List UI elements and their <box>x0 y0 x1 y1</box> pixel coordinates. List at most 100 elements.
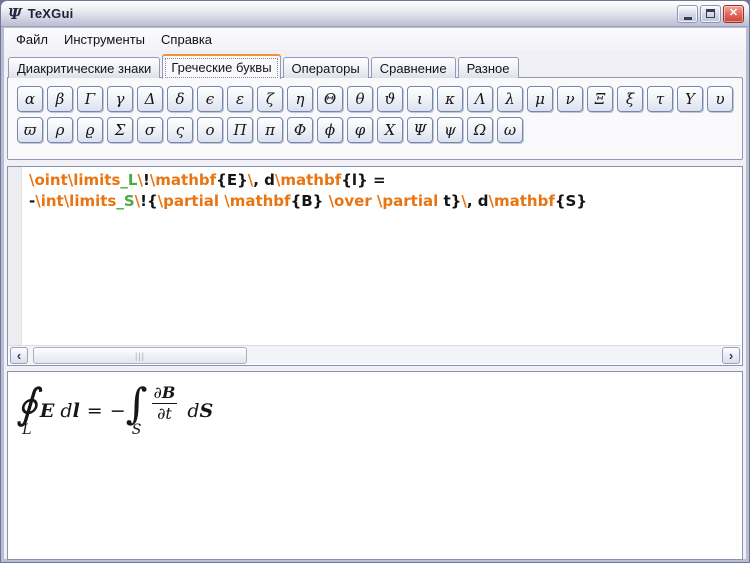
vector-S: S <box>199 399 214 422</box>
greek-letter-button-xi[interactable]: ξ <box>617 86 643 112</box>
window-controls: ✕ <box>677 4 744 23</box>
code-token: t} <box>443 192 462 210</box>
greek-letter-button-Theta[interactable]: Θ <box>317 86 343 112</box>
vector-E: E <box>39 399 55 422</box>
greek-letter-button-kappa[interactable]: κ <box>437 86 463 112</box>
rendered-formula: ∮ L E d l = − ∫ S ∂B ∂t d S <box>8 372 742 438</box>
minimize-button[interactable] <box>677 4 698 23</box>
greek-letter-button-Chi[interactable]: Χ <box>377 117 403 143</box>
differential-d1: d <box>54 399 73 422</box>
code-token: { <box>146 192 158 210</box>
menu-item-file[interactable]: Файл <box>8 30 56 49</box>
close-button[interactable]: ✕ <box>723 4 744 23</box>
tab-label: Греческие буквы <box>171 60 272 75</box>
greek-letter-button-rho[interactable]: ρ <box>47 117 73 143</box>
greek-letter-button-Phi[interactable]: Φ <box>287 117 313 143</box>
maximize-icon <box>706 9 715 18</box>
tab-label: Операторы <box>291 60 360 76</box>
scroll-left-button[interactable]: ‹ <box>10 347 28 364</box>
greek-letter-button-Gamma[interactable]: Γ <box>77 86 103 112</box>
greek-letter-button-varepsilon[interactable]: ε <box>227 86 253 112</box>
code-token: , d <box>466 192 489 210</box>
tab-misc[interactable]: Разное <box>457 57 519 78</box>
greek-letter-button-alpha[interactable]: α <box>17 86 43 112</box>
tab-bar: Диакритические знаки Греческие буквы Опера… <box>8 53 742 79</box>
greek-letter-button-tau[interactable]: τ <box>647 86 673 112</box>
scroll-right-button[interactable]: › <box>722 347 740 364</box>
greek-letter-button-sigma[interactable]: σ <box>137 117 163 143</box>
tab-operators[interactable]: Операторы <box>282 57 369 78</box>
code-token: \mathbf <box>488 192 555 210</box>
greek-letter-button-Sigma[interactable]: Σ <box>107 117 133 143</box>
greek-letter-button-varpi[interactable]: ϖ <box>17 117 43 143</box>
tab-diacritics[interactable]: Диакритические знаки <box>8 57 161 78</box>
greek-letter-button-Delta[interactable]: Δ <box>137 86 163 112</box>
greek-letter-button-omega[interactable]: ω <box>497 117 523 143</box>
code-token: , d <box>253 171 275 189</box>
code-token: _S <box>116 192 135 210</box>
latex-source-editor[interactable]: \oint\limits_L\!\mathbf{E}\, d\mathbf{l}… <box>7 166 743 366</box>
tab-label: Разное <box>466 60 510 76</box>
greek-letter-button-iota[interactable]: ι <box>407 86 433 112</box>
greek-letter-button-Pi[interactable]: Π <box>227 117 253 143</box>
code-token: \mathbf <box>224 192 291 210</box>
code-token: {l} = <box>341 171 386 189</box>
greek-letter-button-lambda[interactable]: λ <box>497 86 523 112</box>
fraction: ∂B ∂t <box>151 383 178 424</box>
greek-letter-button-zeta[interactable]: ζ <box>257 86 283 112</box>
tab-label: Сравнение <box>379 60 447 76</box>
greek-letter-button-Omega[interactable]: Ω <box>467 117 493 143</box>
greek-letter-button-theta[interactable]: θ <box>347 86 373 112</box>
greek-letter-button-vartheta[interactable]: ϑ <box>377 86 403 112</box>
minus-sign: − <box>109 399 126 422</box>
window-title: TeXGui <box>27 6 74 21</box>
vector-l: l <box>72 399 80 422</box>
greek-letter-button-beta[interactable]: β <box>47 86 73 112</box>
greek-letter-button-psi[interactable]: ψ <box>437 117 463 143</box>
menu-item-tools[interactable]: Инструменты <box>56 30 153 49</box>
greek-letter-button-gamma[interactable]: γ <box>107 86 133 112</box>
greek-letter-button-nu[interactable]: ν <box>557 86 583 112</box>
editor-gutter <box>8 167 22 346</box>
greek-letter-button-varsigma[interactable]: ς <box>167 117 193 143</box>
code-token: ! <box>142 171 150 189</box>
maximize-button[interactable] <box>700 4 721 23</box>
code-area[interactable]: \oint\limits_L\!\mathbf{E}\, d\mathbf{l}… <box>23 170 742 212</box>
tab-label: Диакритические знаки <box>17 60 152 76</box>
greek-letter-button-Upsilon[interactable]: Υ <box>677 86 703 112</box>
greek-letter-button-omicron[interactable]: ο <box>197 117 223 143</box>
oint-symbol: ∮ <box>16 379 38 428</box>
horizontal-scrollbar[interactable]: ‹ ||| › <box>9 345 741 364</box>
greek-letter-button-Lambda[interactable]: Λ <box>467 86 493 112</box>
code-token: \over \partial <box>323 192 444 210</box>
greek-letter-button-varrho[interactable]: ϱ <box>77 117 103 143</box>
fraction-numerator: ∂B <box>151 383 178 405</box>
greek-letters-panel: αβΓγΔδϵεζηΘθϑικΛλμνΞξτΥυ ϖρϱΣσςοΠπΦϕφΧΨψ… <box>7 77 743 160</box>
greek-letter-button-Psi[interactable]: Ψ <box>407 117 433 143</box>
palette-row-2: ϖρϱΣσςοΠπΦϕφΧΨψΩω <box>17 117 742 143</box>
greek-letter-button-mu[interactable]: μ <box>527 86 553 112</box>
greek-letter-button-varphi[interactable]: φ <box>347 117 373 143</box>
tab-greek[interactable]: Греческие буквы <box>162 54 281 79</box>
greek-letter-button-pi[interactable]: π <box>257 117 283 143</box>
code-token: {E} <box>216 171 248 189</box>
formula-preview-panel: ∮ L E d l = − ∫ S ∂B ∂t d S <box>7 371 743 560</box>
code-token: \mathbf <box>274 171 342 189</box>
oint-subscript: L <box>22 421 32 438</box>
code-line: \oint\limits_L\!\mathbf{E}\, d\mathbf{l}… <box>23 170 742 191</box>
scrollbar-thumb[interactable]: ||| <box>33 347 247 364</box>
greek-letter-button-delta[interactable]: δ <box>167 86 193 112</box>
greek-letter-button-upsilon[interactable]: υ <box>707 86 733 112</box>
palette-row-1: αβΓγΔδϵεζηΘθϑικΛλμνΞξτΥυ <box>17 86 742 112</box>
greek-letter-button-Xi[interactable]: Ξ <box>587 86 613 112</box>
greek-letter-button-eta[interactable]: η <box>287 86 313 112</box>
int-symbol: ∫ <box>125 379 148 428</box>
code-line: -\int\limits_S\!{\partial \mathbf{B} \ov… <box>23 191 742 212</box>
oint-with-limit: ∮ L <box>16 379 38 438</box>
menu-item-help[interactable]: Справка <box>153 30 220 49</box>
tab-comparison[interactable]: Сравнение <box>370 57 456 78</box>
app-window: Ψ TeXGui ✕ Файл Инструменты Справка Диакри… <box>0 0 750 563</box>
greek-letter-button-phi[interactable]: ϕ <box>317 117 343 143</box>
equals-sign: = <box>86 399 103 422</box>
greek-letter-button-epsilon[interactable]: ϵ <box>197 86 223 112</box>
